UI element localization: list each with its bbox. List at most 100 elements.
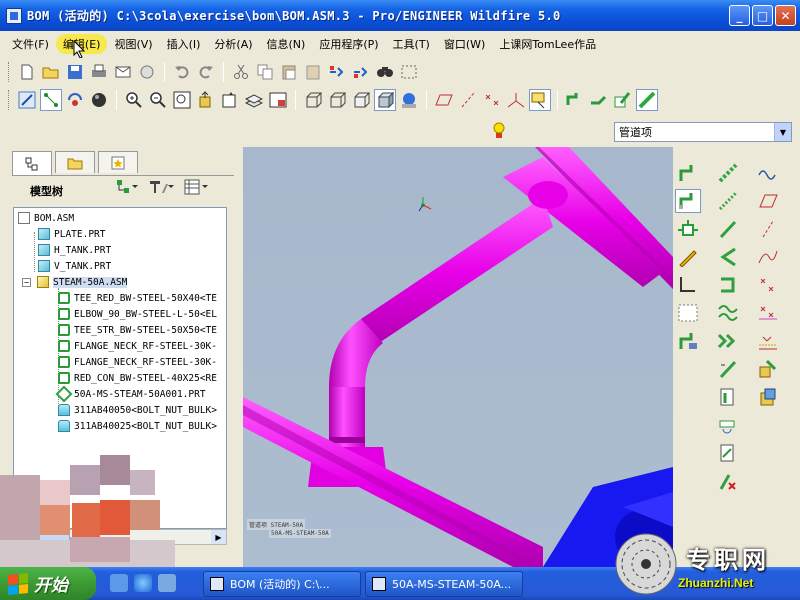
insert-fitting-icon[interactable] bbox=[675, 217, 701, 241]
tree-node-fitting[interactable]: TEE_STR_BW-STEEL-50X50<TE bbox=[14, 322, 226, 338]
undo-icon[interactable] bbox=[171, 61, 193, 83]
piping-extend-icon[interactable] bbox=[588, 89, 610, 111]
chevron-down-icon[interactable]: ▼ bbox=[774, 123, 791, 141]
layers-icon[interactable] bbox=[243, 89, 265, 111]
menu-applications[interactable]: 应用程序(P) bbox=[312, 34, 385, 54]
menu-window[interactable]: 窗口(W) bbox=[437, 34, 492, 54]
sine-curve-icon[interactable] bbox=[755, 161, 781, 185]
selection-filter[interactable]: 管道项 ▼ bbox=[614, 122, 792, 142]
task-proe-steam[interactable]: 50A-MS-STEAM-50A... bbox=[365, 571, 523, 597]
datum-planes-icon[interactable] bbox=[433, 89, 455, 111]
axis-dashed-icon[interactable] bbox=[755, 217, 781, 241]
csys-icon[interactable] bbox=[505, 89, 527, 111]
cut-icon[interactable] bbox=[230, 61, 252, 83]
pipe-report-icon[interactable] bbox=[715, 441, 741, 465]
rotate-segment-icon[interactable] bbox=[715, 413, 741, 437]
menu-insert[interactable]: 插入(I) bbox=[160, 34, 208, 54]
open-folder-icon[interactable] bbox=[40, 61, 62, 83]
datum-axes-icon[interactable] bbox=[457, 89, 479, 111]
copy-icon[interactable] bbox=[254, 61, 276, 83]
scroll-right-icon[interactable]: ▶ bbox=[211, 530, 226, 544]
datum-points-icon[interactable] bbox=[481, 89, 503, 111]
refit-icon[interactable] bbox=[171, 89, 193, 111]
tree-node-bolt[interactable]: 311AB40025<BOLT_NUT_BULK> bbox=[14, 418, 226, 434]
bend-icon[interactable] bbox=[715, 245, 741, 269]
annotation-icon[interactable] bbox=[529, 89, 551, 111]
tree-node-fitting[interactable]: RED_CON_BW-STEEL-40X25<RE bbox=[14, 370, 226, 386]
piping-route-icon[interactable] bbox=[564, 89, 586, 111]
print-icon[interactable] bbox=[88, 61, 110, 83]
menu-tools[interactable]: 工具(T) bbox=[386, 34, 437, 54]
regenerate-icon[interactable] bbox=[326, 61, 348, 83]
pencil-green-icon[interactable] bbox=[715, 217, 741, 241]
tree-node-fitting[interactable]: FLANGE_NECK_RF-STEEL-30K- bbox=[14, 338, 226, 354]
pipe-info-icon[interactable] bbox=[715, 385, 741, 409]
reorient-icon[interactable] bbox=[195, 89, 217, 111]
start-button[interactable]: 开始 bbox=[0, 567, 96, 600]
send-mail-icon[interactable] bbox=[112, 61, 134, 83]
close-button[interactable]: ✕ bbox=[775, 5, 796, 26]
new-file-icon[interactable] bbox=[16, 61, 38, 83]
tree-node-pipe[interactable]: 50A-MS-STEAM-50A001.PRT bbox=[14, 385, 226, 403]
tree-node-root[interactable]: BOM.ASM bbox=[14, 210, 226, 226]
ie-icon[interactable] bbox=[134, 574, 152, 592]
spin-center-icon[interactable] bbox=[64, 89, 86, 111]
no-hidden-icon[interactable] bbox=[350, 89, 372, 111]
bulb-icon[interactable] bbox=[492, 122, 506, 140]
minimize-button[interactable]: _ bbox=[729, 5, 750, 26]
tree-columns-icon[interactable] bbox=[184, 179, 210, 198]
tree-node-part[interactable]: PLATE.PRT bbox=[14, 226, 226, 242]
menu-info[interactable]: 信息(N) bbox=[260, 34, 313, 54]
hidden-line-icon[interactable] bbox=[326, 89, 348, 111]
curve-icon[interactable] bbox=[755, 245, 781, 269]
sketch-pencil-icon[interactable] bbox=[675, 245, 701, 269]
piping-line-icon[interactable] bbox=[636, 89, 658, 111]
point-cross-icon[interactable] bbox=[755, 273, 781, 297]
select-box-icon[interactable] bbox=[398, 61, 420, 83]
collapse-icon[interactable]: − bbox=[22, 277, 31, 287]
tab-favorites[interactable] bbox=[98, 151, 138, 173]
regen-manager-icon[interactable] bbox=[350, 61, 372, 83]
tab-model-tree[interactable] bbox=[12, 151, 52, 175]
datum-display-icon[interactable] bbox=[40, 89, 62, 111]
extend-pipe-icon[interactable] bbox=[715, 189, 741, 213]
paste-special-icon[interactable] bbox=[302, 61, 324, 83]
plane-icon[interactable] bbox=[755, 189, 781, 213]
interference-icon[interactable] bbox=[755, 385, 781, 409]
route-pipe-icon[interactable] bbox=[675, 161, 701, 185]
task-proe-bom[interactable]: BOM (活动的) C:\... bbox=[203, 571, 361, 597]
set-start-icon[interactable] bbox=[675, 189, 701, 213]
send-link-icon[interactable] bbox=[136, 61, 158, 83]
redo-icon[interactable] bbox=[195, 61, 217, 83]
view-manager-icon[interactable] bbox=[267, 89, 289, 111]
select-region-icon[interactable] bbox=[675, 301, 701, 325]
shaded-display-icon[interactable] bbox=[374, 89, 396, 111]
zoom-in-icon[interactable] bbox=[123, 89, 145, 111]
measure-icon[interactable] bbox=[755, 329, 781, 353]
flex-hose-icon[interactable] bbox=[715, 301, 741, 325]
piping-line-dashed-icon[interactable] bbox=[715, 161, 741, 185]
tree-node-fitting[interactable]: ELBOW_90_BW-STEEL-L-50<EL bbox=[14, 306, 226, 322]
saved-views-icon[interactable] bbox=[219, 89, 241, 111]
graphics-viewport[interactable]: 管道项 STEAM-50A 50A-MS-STEAM-50A bbox=[243, 147, 673, 567]
save-icon[interactable] bbox=[64, 61, 86, 83]
maximize-button[interactable]: □ bbox=[752, 5, 773, 26]
bracket-icon[interactable] bbox=[715, 273, 741, 297]
find-icon[interactable] bbox=[374, 61, 396, 83]
wireframe-icon[interactable] bbox=[302, 89, 324, 111]
menu-author[interactable]: 上课网TomLee作品 bbox=[492, 34, 603, 54]
menu-file[interactable]: 文件(F) bbox=[5, 34, 56, 54]
chevrons-icon[interactable] bbox=[715, 329, 741, 353]
menu-view[interactable]: 视图(V) bbox=[107, 34, 159, 54]
menu-analysis[interactable]: 分析(A) bbox=[207, 34, 259, 54]
report-icon[interactable] bbox=[755, 357, 781, 381]
tree-node-subassembly[interactable]: − STEAM-50A.ASM bbox=[14, 274, 226, 290]
corner-icon[interactable] bbox=[675, 273, 701, 297]
shading-icon[interactable] bbox=[88, 89, 110, 111]
delete-points-icon[interactable] bbox=[755, 301, 781, 325]
tree-display-icon[interactable] bbox=[116, 179, 138, 198]
delete-pipe-icon[interactable] bbox=[715, 469, 741, 493]
paste-icon[interactable] bbox=[278, 61, 300, 83]
tree-node-bolt[interactable]: 311AB40050<BOLT_NUT_BULK> bbox=[14, 402, 226, 418]
route-branch-icon[interactable] bbox=[675, 329, 701, 353]
